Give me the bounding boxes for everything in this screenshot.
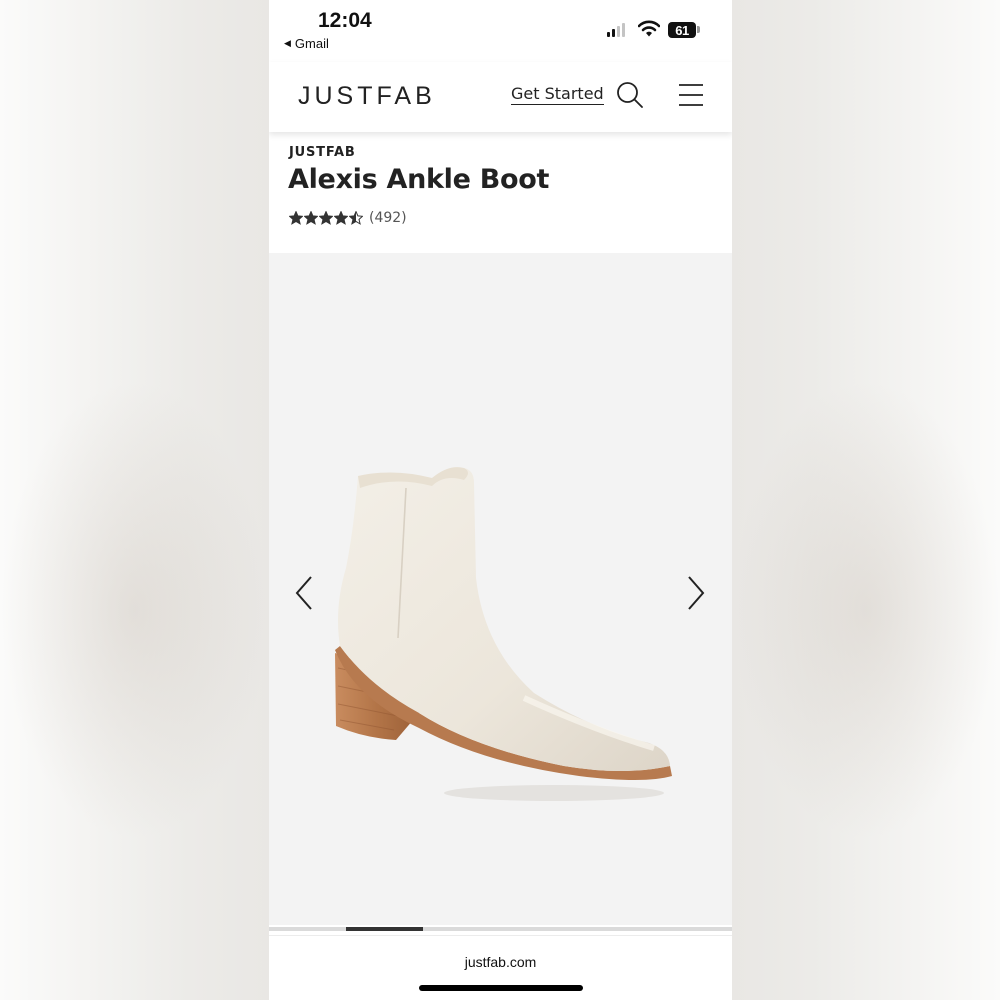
background-blur-left [0, 0, 269, 1000]
back-to-app-link[interactable]: ◀ Gmail [284, 36, 329, 51]
previous-image-arrow-icon[interactable] [289, 573, 319, 613]
home-indicator [419, 985, 583, 991]
site-logo[interactable]: JUSTFAB [298, 82, 436, 111]
star-icon [304, 211, 318, 225]
next-image-arrow-icon[interactable] [681, 573, 711, 613]
back-triangle-icon: ◀ [284, 38, 291, 48]
carousel-progress-indicator [346, 927, 424, 931]
site-header: JUSTFAB Get Started [269, 62, 732, 132]
star-icon [334, 211, 348, 225]
cellular-signal-icon [607, 23, 625, 37]
star-icon [319, 211, 333, 225]
back-app-label: Gmail [294, 36, 329, 51]
url-label[interactable]: justfab.com [269, 954, 732, 970]
wifi-icon [638, 20, 660, 37]
star-icon [349, 211, 363, 225]
product-title: Alexis Ankle Boot [288, 164, 550, 195]
star-icon [289, 211, 303, 225]
status-time: 12:04 [318, 9, 372, 32]
star-rating [289, 211, 363, 225]
product-brand[interactable]: JUSTFAB [289, 145, 356, 160]
phone-screen: 12:04 ◀ Gmail 61 JUSTFAB Get Started JUS… [269, 0, 732, 1000]
browser-address-bar[interactable]: justfab.com [269, 935, 732, 1000]
review-count[interactable]: (492) [369, 210, 407, 226]
search-icon[interactable] [615, 80, 645, 110]
background-blur-right [732, 0, 1000, 1000]
product-image-carousel[interactable] [269, 253, 732, 925]
battery-level: 61 [675, 22, 689, 38]
carousel-progress-track [269, 927, 732, 931]
battery-indicator: 61 [668, 22, 696, 38]
hamburger-menu-icon[interactable] [678, 82, 704, 108]
get-started-link[interactable]: Get Started [511, 84, 604, 105]
cream-ankle-boot-image [335, 467, 672, 801]
battery-cap [697, 26, 700, 33]
product-rating[interactable]: (492) [289, 210, 407, 226]
